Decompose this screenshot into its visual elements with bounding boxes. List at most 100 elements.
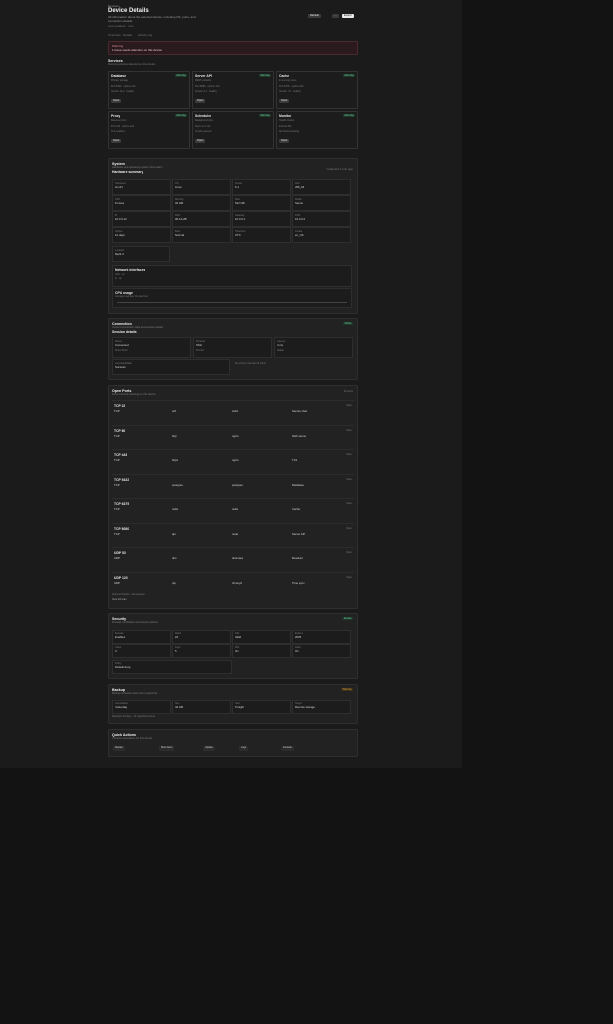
backup-cell-label: Last backup bbox=[115, 702, 128, 705]
service-card[interactable]: Database Running Primary storage Port 5432 … bbox=[108, 71, 190, 109]
connection-detail: Session details bbox=[112, 330, 137, 334]
policy-value: Default deny bbox=[115, 666, 131, 669]
service-card[interactable]: Cache Running In-memory store Port 6379 · u… bbox=[276, 71, 358, 109]
location-label: Location bbox=[115, 248, 125, 252]
service-line: Port 8080 · uptime 12d bbox=[195, 85, 220, 88]
policy-label: Policy bbox=[115, 662, 122, 665]
action-chip[interactable]: Update bbox=[203, 746, 215, 751]
service-name: Scheduler bbox=[195, 114, 212, 118]
system-cell-value: 6.1 bbox=[235, 185, 239, 189]
system-cell-label: Kernel bbox=[235, 181, 242, 185]
backup-cell-value: Remote storage bbox=[295, 706, 315, 709]
port-protocol: UDP bbox=[114, 581, 120, 585]
service-status-badge: Running bbox=[259, 114, 271, 117]
page-description-2: connection details. bbox=[108, 19, 133, 23]
alert-text: 1 issue needs attention on this device bbox=[112, 47, 163, 52]
system-cell: Model Server bbox=[292, 195, 351, 211]
table-row[interactable]: TCP 5432 Open TCP postgres postgres Database bbox=[112, 473, 354, 500]
policy-cell: Policy Default deny bbox=[112, 660, 232, 674]
security-section: Security Firewall, certificates and acce… bbox=[108, 613, 358, 679]
action-chip[interactable]: Shut down bbox=[159, 746, 175, 751]
service-line: Interval 30s bbox=[279, 125, 292, 128]
system-meta: Collected 2 min ago bbox=[326, 167, 353, 171]
port-name: TCP 8080 bbox=[114, 526, 130, 531]
network-line1: eth0 · up bbox=[115, 273, 125, 276]
system-subheading: Hardware summary bbox=[112, 170, 144, 174]
backup-section: Backup Backup schedule and recent snapsh… bbox=[108, 684, 358, 724]
action-chip[interactable]: Logs bbox=[239, 746, 249, 751]
table-row[interactable]: TCP 80 Open TCP http nginx Web server bbox=[112, 424, 354, 451]
system-cell: DNS 10.0.0.2 bbox=[292, 211, 351, 227]
connection-cell: Protocol SSH Port 22 bbox=[193, 337, 272, 358]
connection-subtitle: Current connection state and session det… bbox=[112, 326, 164, 329]
system-cell-value: 00:1A:2B bbox=[175, 217, 187, 221]
system-cell: MAC 00:1A:2B bbox=[172, 211, 231, 227]
export-button[interactable]: Export bbox=[342, 14, 354, 18]
service-open-button[interactable]: Open bbox=[111, 99, 122, 103]
table-row[interactable]: TCP 8080 Open TCP api node Server API bbox=[112, 522, 354, 549]
port-service: ssh bbox=[172, 410, 177, 413]
service-name: Server API bbox=[195, 74, 213, 78]
security-cell: 2FA On bbox=[232, 644, 291, 658]
table-row[interactable]: TCP 22 Open TCP ssh sshd Secure shell bbox=[112, 400, 354, 426]
system-cell-value: en_US bbox=[295, 233, 304, 237]
port-protocol: TCP bbox=[114, 508, 120, 511]
system-cell: OS Linux bbox=[172, 179, 231, 195]
ports-meta: 8 ports bbox=[343, 389, 353, 393]
port-service: ntp bbox=[172, 581, 176, 585]
security-cell-label: Rules bbox=[175, 632, 182, 635]
system-cell-value: x86_64 bbox=[295, 185, 305, 189]
port-state: Open bbox=[346, 551, 352, 554]
action-chip[interactable]: Console bbox=[281, 746, 294, 751]
table-row[interactable]: TCP 443 Open TCP https nginx TLS bbox=[112, 449, 354, 475]
port-name: TCP 5432 bbox=[114, 477, 130, 482]
view-full-scan-link[interactable]: View full scan bbox=[112, 598, 127, 601]
port-service: http bbox=[172, 434, 177, 438]
security-cell: Expires 2025 bbox=[292, 630, 351, 644]
port-name: TCP 80 bbox=[114, 428, 126, 433]
action-chip[interactable]: Restart bbox=[113, 746, 125, 751]
service-open-button[interactable]: Open bbox=[111, 139, 122, 143]
security-cell: Firewall Enabled bbox=[112, 630, 171, 644]
service-open-button[interactable]: Open bbox=[279, 139, 290, 143]
connection-cell-label: Latency bbox=[277, 339, 286, 343]
service-card[interactable]: Proxy Running Reverse proxy Port 443 · upti… bbox=[108, 111, 190, 149]
refresh-button[interactable]: Refresh bbox=[308, 14, 322, 18]
security-cell-label: Firewall bbox=[115, 632, 124, 635]
app-window: Devices / Device Details All information… bbox=[0, 0, 462, 768]
port-note: Server API bbox=[292, 532, 306, 536]
location-cell: Location Rack 4 bbox=[112, 246, 170, 262]
subnav-left[interactable]: Overview · Details bbox=[108, 33, 132, 37]
table-row[interactable]: UDP 53 Open UDP dns dnsmasq Resolver bbox=[112, 547, 354, 573]
handshake-cell: Last handshake Success bbox=[112, 359, 230, 375]
system-cell: IP 10.0.0.12 bbox=[112, 211, 171, 227]
more-button[interactable]: ··· bbox=[332, 14, 339, 18]
connection-cell: Latency 4 ms Stable bbox=[274, 337, 353, 358]
system-cell-label: CPU bbox=[115, 197, 121, 201]
service-card[interactable]: Monitor Running Health checks Interval 30s A… bbox=[276, 111, 358, 149]
location-value: Rack 4 bbox=[115, 252, 124, 256]
service-open-button[interactable]: Open bbox=[195, 139, 206, 143]
system-cell-label: MAC bbox=[175, 213, 181, 217]
connection-cell-sub: Port 22 bbox=[196, 349, 204, 352]
ports-footer: Scanned 8 ports · all expected bbox=[112, 593, 145, 596]
cpu-block: CPU usage Average load over the last hou… bbox=[112, 288, 352, 308]
port-state: Open bbox=[346, 575, 352, 579]
service-card[interactable]: Scheduler Running Background jobs Next run … bbox=[192, 111, 274, 149]
service-open-button[interactable]: Open bbox=[195, 99, 206, 103]
table-row[interactable]: UDP 123 Open UDP ntp chronyd Time sync bbox=[112, 571, 354, 598]
port-note: Time sync bbox=[292, 581, 305, 585]
backup-note: Retention 30 days · 14 snapshots stored bbox=[112, 715, 155, 718]
service-card[interactable]: Server API Running REST endpoint Port 8080 … bbox=[192, 71, 274, 109]
services-subtitle: Running services detected on this device bbox=[108, 63, 156, 66]
connection-section: Connection Current connection state and … bbox=[108, 318, 358, 380]
subnav-right[interactable]: Activity log bbox=[138, 33, 152, 37]
system-section: System Hardware and operating system inf… bbox=[108, 158, 358, 314]
system-cell-label: DNS bbox=[295, 213, 301, 217]
service-open-button[interactable]: Open bbox=[279, 99, 290, 103]
port-state: Open bbox=[346, 428, 352, 432]
port-process: postgres bbox=[232, 483, 243, 487]
table-row[interactable]: TCP 6379 Open TCP redis redis Cache bbox=[112, 498, 354, 524]
security-cell-value: On bbox=[235, 650, 239, 653]
connection-cell-value: SSH bbox=[196, 343, 202, 347]
